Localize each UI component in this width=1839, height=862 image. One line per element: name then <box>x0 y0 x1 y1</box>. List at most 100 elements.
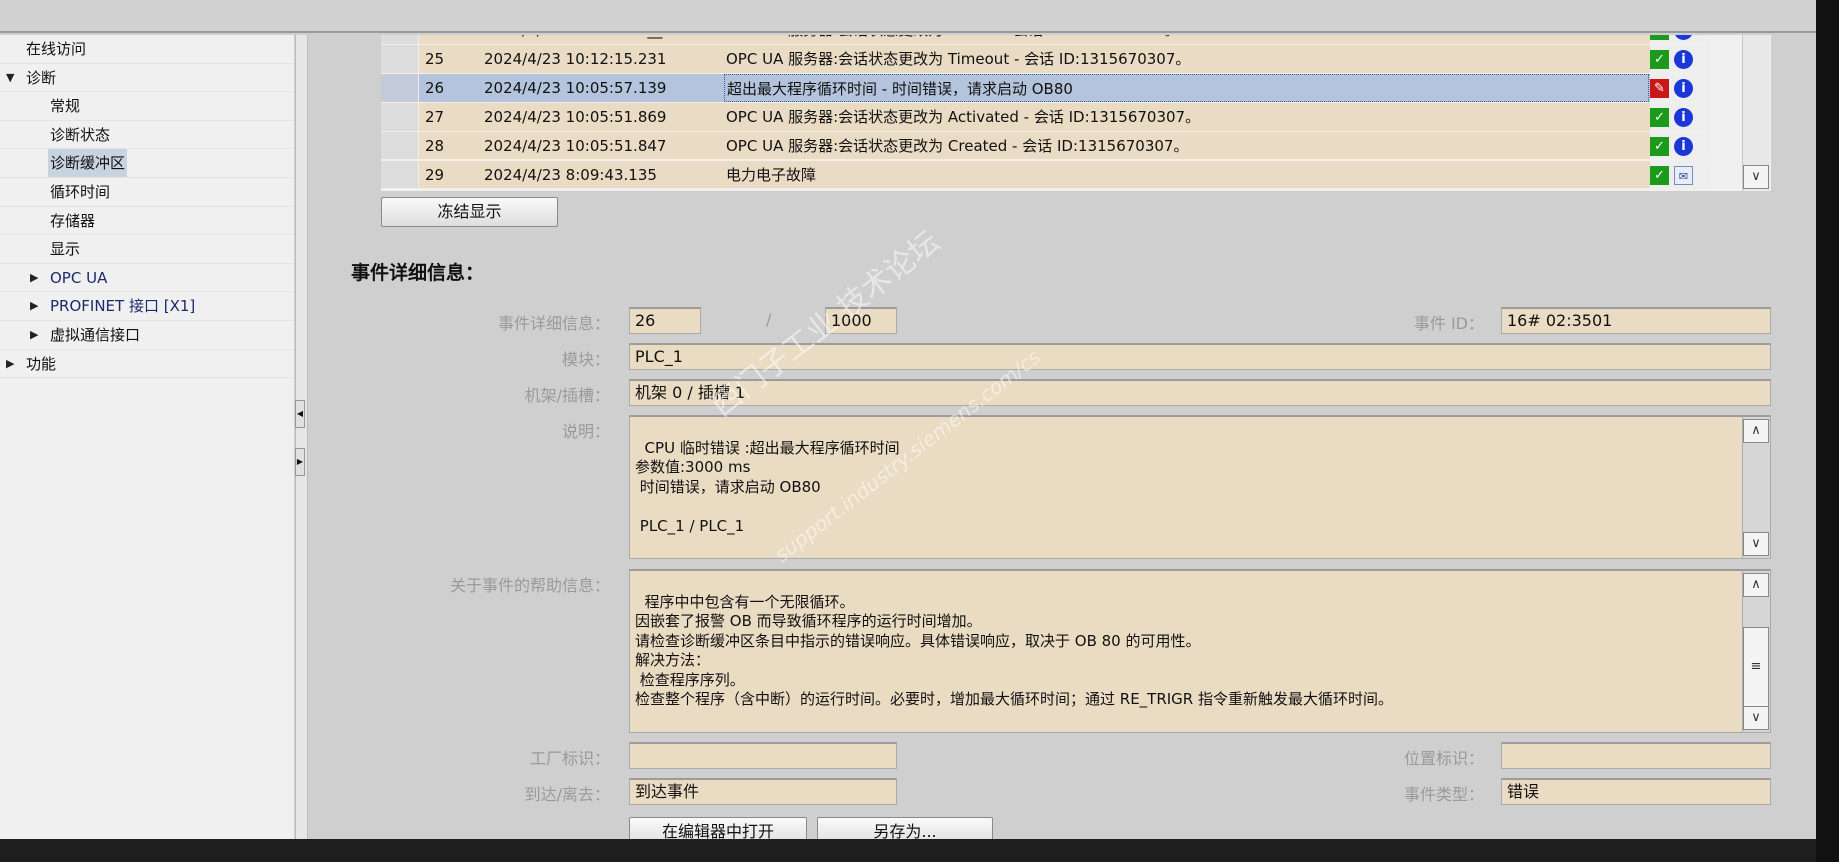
sidebar-item-label: 循环时间 <box>50 183 111 201</box>
row-header[interactable] <box>381 131 419 160</box>
row-time: 2024/4/23 10:12:15.2__ <box>484 35 662 44</box>
sidebar-item[interactable]: ▼ 诊断 <box>0 64 294 93</box>
expanded-arrow-icon[interactable]: ▼ <box>6 64 14 92</box>
event-details-title: 事件详细信息： <box>351 262 485 284</box>
sidebar-item[interactable]: ▶ 虚拟通信接口 <box>0 321 294 350</box>
row-header[interactable] <box>381 44 419 73</box>
module-field[interactable]: PLC_1 <box>629 343 1771 370</box>
row-time: 2024/4/23 10:12:15.231 <box>484 49 667 68</box>
collapse-left-icon[interactable]: ◀ <box>295 400 305 428</box>
top-toolbar-area <box>0 0 1816 33</box>
event-type-label: 事件类型： <box>1403 785 1484 804</box>
ok-icon: ✓ <box>1650 136 1669 156</box>
plant-id-label: 工厂标识： <box>529 749 610 768</box>
sidebar-item[interactable]: 存储器 <box>0 207 294 236</box>
info-icon: i <box>1674 35 1693 40</box>
ok-icon: ✓ <box>1650 35 1669 40</box>
freeze-display-button[interactable]: 冻结显示 <box>381 197 558 227</box>
table-row[interactable]: 26 2024/4/23 10:05:57.139 超出最大程序循环时间 - 时间错… <box>381 73 1741 103</box>
table-row[interactable]: 27 2024/4/23 10:05:51.869 OPC UA 服务器:会话状态更… <box>381 102 1741 132</box>
description-text: CPU 临时错误 :超出最大程序循环时间 参数值:3000 ms 时间错误，请求… <box>635 438 900 535</box>
table-row[interactable]: 28 2024/4/23 10:05:51.847 OPC UA 服务器:会话状态更… <box>381 131 1741 161</box>
event-total-field[interactable]: 1000 <box>825 307 897 334</box>
row-message: OPC UA 服务器:会话状态更改为 Activated - 会话 ID:131… <box>726 107 1201 126</box>
sidebar-item[interactable]: 显示 <box>0 235 294 264</box>
ok-icon: ✓ <box>1650 165 1669 185</box>
ok-icon: ✓ <box>1650 49 1669 69</box>
rack-slot-field[interactable]: 机架 0 / 插槽 1 <box>629 379 1771 406</box>
info-icon: i <box>1674 107 1693 127</box>
empty-cell <box>1712 131 1741 160</box>
sidebar-item-label: 功能 <box>26 354 57 373</box>
scroll-up-icon[interactable]: ∧ <box>1743 573 1769 597</box>
collapsed-arrow-icon[interactable]: ▶ <box>30 321 38 349</box>
sidebar-item-label: 在线访问 <box>26 40 87 58</box>
empty-cell <box>1712 160 1741 189</box>
description-textarea[interactable]: CPU 临时错误 :超出最大程序循环时间 参数值:3000 ms 时间错误，请求… <box>629 415 1771 559</box>
sidebar-scrollbar[interactable] <box>295 35 308 839</box>
sidebar-item[interactable]: 诊断缓冲区 <box>0 149 294 178</box>
sidebar-item-label: PROFINET 接口 [X1] <box>50 297 196 316</box>
location-id-field[interactable] <box>1501 742 1771 769</box>
event-type-field[interactable]: 错误 <box>1501 778 1771 805</box>
sidebar-item[interactable]: ▶ PROFINET 接口 [X1] <box>0 292 294 321</box>
scroll-down-icon[interactable]: ∨ <box>1743 165 1769 189</box>
module-label: 模块： <box>561 350 610 369</box>
info-icon: i <box>1674 136 1693 156</box>
expand-right-icon[interactable]: ▶ <box>295 448 305 476</box>
outgoing-message-icon: ✉ <box>1674 165 1693 185</box>
separator: / <box>766 310 772 329</box>
scroll-up-icon[interactable]: ∧ <box>1743 419 1769 443</box>
help-textarea[interactable]: 程序中中包含有一个无限循环。 因嵌套了报警 OB 而导致循环程序的运行时间增加。… <box>629 569 1771 733</box>
event-detail-label: 事件详细信息： <box>497 314 610 333</box>
row-time: 2024/4/23 10:05:51.869 <box>484 107 667 126</box>
help-text: 程序中中包含有一个无限循环。 因嵌套了报警 OB 而导致循环程序的运行时间增加。… <box>635 592 1393 709</box>
empty-cell <box>1712 102 1741 131</box>
table-row[interactable]: 25 2024/4/23 10:12:15.231 OPC UA 服务器:会话状态更… <box>381 44 1741 74</box>
sidebar-item[interactable]: ▶ 功能 <box>0 350 294 379</box>
sidebar-item-label: 虚拟通信接口 <box>50 326 141 344</box>
sidebar-item-label: 诊断缓冲区 <box>48 149 128 178</box>
error-icon: ✎ <box>1650 78 1669 98</box>
scroll-down-icon[interactable]: ∨ <box>1743 706 1769 730</box>
table-row[interactable]: 242024/4/23 10:12:15.2__OPC UA 服务器:会话状态更… <box>381 35 1741 45</box>
row-header[interactable] <box>381 160 419 189</box>
sidebar-item[interactable]: 在线访问 <box>0 35 294 64</box>
event-index-field[interactable]: 26 <box>629 307 701 334</box>
help-scrollbar[interactable]: ∧ ≡ ∨ <box>1742 571 1770 732</box>
row-time: 2024/4/23 8:09:43.135 <box>484 165 657 184</box>
sidebar-item[interactable]: ▶ OPC UA <box>0 264 294 293</box>
info-icon: i <box>1674 49 1693 69</box>
collapsed-arrow-icon[interactable]: ▶ <box>6 350 14 378</box>
row-header[interactable] <box>381 73 419 102</box>
sidebar-item[interactable]: 循环时间 <box>0 178 294 207</box>
info-icon: i <box>1674 78 1693 98</box>
table-scrollbar[interactable]: ∨ <box>1742 35 1770 191</box>
collapsed-arrow-icon[interactable]: ▶ <box>30 292 38 320</box>
scroll-down-icon[interactable]: ∨ <box>1743 532 1769 556</box>
collapsed-arrow-icon[interactable]: ▶ <box>30 264 38 292</box>
event-id-field[interactable]: 16# 02:3501 <box>1501 307 1771 334</box>
sidebar-item-label: 存储器 <box>50 211 96 230</box>
plant-id-field[interactable] <box>629 742 897 769</box>
table-row[interactable]: 29 2024/4/23 8:09:43.135 电力电子故障 ✓ ✉ <box>381 160 1741 190</box>
row-message: OPC UA 服务器:会话状态更改为 Created - 会话 ID:13156… <box>726 136 1189 155</box>
sidebar-item-label: 诊断 <box>26 68 57 87</box>
sidebar-tree: 在线访问 ▼ 诊断 常规 诊断状态 诊断缓冲区 循环时间 存储器 显示 ▶ OPC UA ▶ PROFI… <box>0 35 294 839</box>
description-scrollbar[interactable]: ∧ ∨ <box>1742 417 1770 558</box>
coming-going-field[interactable]: 到达事件 <box>629 778 897 805</box>
taskbar <box>0 839 1839 862</box>
scrollbar-thumb[interactable]: ≡ <box>1743 627 1769 707</box>
row-header[interactable] <box>381 35 419 44</box>
window-edge <box>1816 0 1839 862</box>
row-header[interactable] <box>381 102 419 131</box>
ok-icon: ✓ <box>1650 107 1669 127</box>
row-message: 超出最大程序循环时间 - 时间错误，请求启动 OB80 <box>724 73 1649 102</box>
sidebar-item-label: OPC UA <box>50 268 108 287</box>
help-label: 关于事件的帮助信息： <box>449 576 610 595</box>
sidebar-item[interactable]: 诊断状态 <box>0 121 294 150</box>
row-message: OPC UA 服务器:会话状态更改为 Timeout - 会话 ID:13156… <box>726 49 1191 68</box>
sidebar-item[interactable]: 常规 <box>0 92 294 121</box>
row-time: 2024/4/23 10:05:57.139 <box>484 78 667 97</box>
location-id-label: 位置标识： <box>1403 749 1484 768</box>
